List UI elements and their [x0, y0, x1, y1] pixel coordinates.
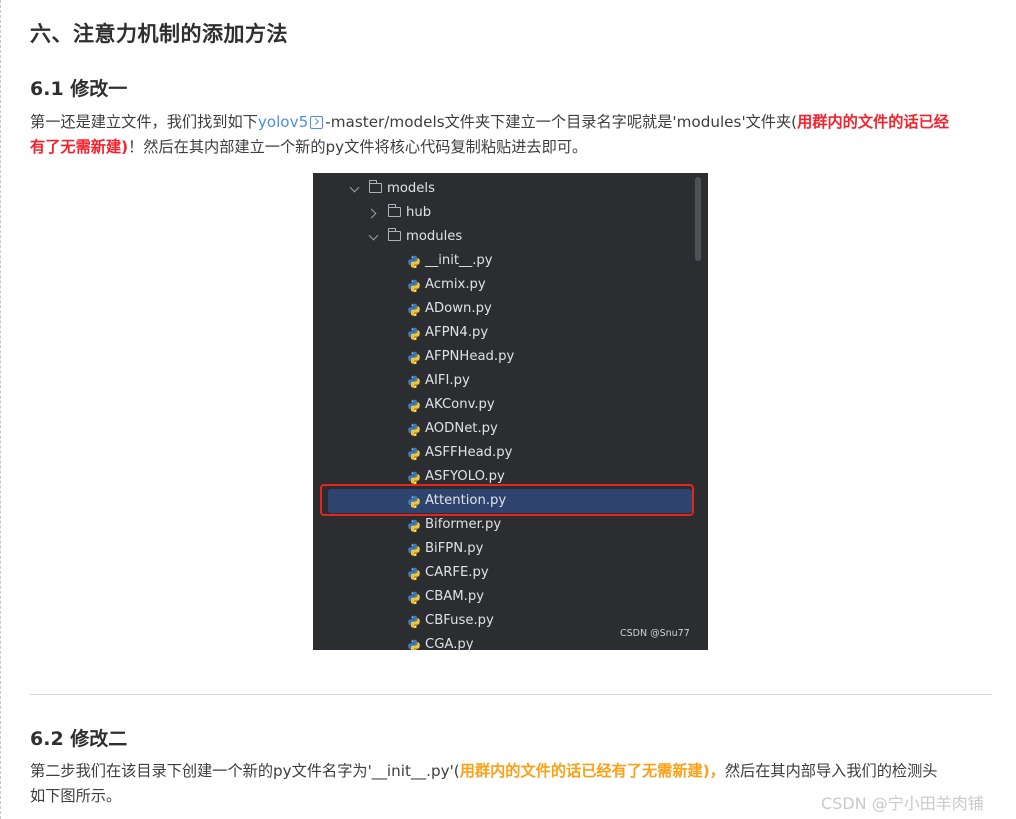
yolov5-link[interactable]: yolov5	[258, 113, 308, 131]
tree-file-label: AIFI.py	[425, 373, 470, 388]
python-file-icon	[407, 518, 421, 533]
paragraph-1: 第一还是建立文件，我们找到如下yolov5 -master/models文件夹下建…	[30, 110, 992, 160]
tree-file[interactable]: AFPNHead.py	[313, 345, 708, 369]
python-file-icon	[407, 638, 421, 650]
python-file-icon	[407, 590, 421, 605]
tree-item-modules[interactable]: modules	[313, 225, 708, 249]
tree-file[interactable]: ADown.py	[313, 297, 708, 321]
python-file-icon	[407, 302, 421, 317]
tree-file[interactable]: ASFYOLO.py	[313, 465, 708, 489]
python-file-icon	[407, 470, 421, 485]
tree-file[interactable]: CBAM.py	[313, 585, 708, 609]
tree-file[interactable]: AIFI.py	[313, 369, 708, 393]
python-file-icon	[407, 542, 421, 557]
chevron-down-icon[interactable]	[368, 230, 379, 241]
tree-file-label: ASFFHead.py	[425, 445, 513, 460]
folder-icon	[369, 180, 382, 193]
paragraph-2-suffix: 然后在其内部导入我们的检测头	[724, 762, 938, 780]
tree-file-label: AFPNHead.py	[425, 349, 515, 364]
tree-file-label: AKConv.py	[425, 397, 495, 412]
tree-file-label: CGA.py	[425, 637, 474, 650]
tree-file-selected[interactable]: Attention.py	[313, 489, 708, 513]
external-link-icon[interactable]	[310, 116, 324, 129]
tree-file[interactable]: CARFE.py	[313, 561, 708, 585]
python-file-icon	[407, 278, 421, 293]
tree-file[interactable]: AODNet.py	[313, 417, 708, 441]
tree-file-label: __init__.py	[425, 253, 493, 268]
tree-file[interactable]: AFPN4.py	[313, 321, 708, 345]
orange-note: 用群内的文件的话已经有了无需新建)，	[459, 762, 725, 780]
python-file-icon	[407, 398, 421, 413]
page-watermark: CSDN @宁小田羊肉铺	[821, 794, 984, 813]
python-file-icon	[407, 494, 421, 509]
tree-item-label: modules	[406, 229, 463, 244]
tree-file-label: Acmix.py	[425, 277, 486, 292]
python-file-icon	[407, 446, 421, 461]
left-dashed-border	[0, 0, 5, 819]
tree-file-label: Biformer.py	[425, 517, 502, 532]
tree-file-label: AODNet.py	[425, 421, 498, 436]
paragraph-1-prefix: 第一还是建立文件，我们找到如下	[30, 113, 258, 131]
python-file-icon	[407, 326, 421, 341]
paragraph-1-mid: -master/models文件夹下建立一个目录名字呢就是'modules'文件…	[325, 113, 798, 131]
tree-item-label: models	[387, 181, 435, 196]
paragraph-1-suffix: ！然后在其内部建立一个新的py文件将核心代码复制粘贴进去即可。	[128, 138, 588, 156]
folder-icon	[388, 228, 401, 241]
red-note-1: 用群内的文件的话已经	[797, 113, 949, 131]
tree-file-label: CARFE.py	[425, 565, 489, 580]
paragraph-2-line2: 如下图所示。	[30, 787, 122, 805]
red-note-2: 有了无需新建)	[30, 138, 129, 156]
tree-item-hub[interactable]: hub	[313, 201, 708, 225]
python-file-icon	[407, 374, 421, 389]
tree-file-label: ASFYOLO.py	[425, 469, 505, 484]
python-file-icon	[407, 422, 421, 437]
subsection-heading-2: 6.2 修改二	[30, 728, 128, 750]
tree-file-label: ADown.py	[425, 301, 492, 316]
subsection-heading-1: 6.1 修改一	[30, 78, 128, 100]
folder-icon	[388, 204, 401, 217]
tree-file[interactable]: __init__.py	[313, 249, 708, 273]
tree-file[interactable]: BiFPN.py	[313, 537, 708, 561]
paragraph-2-prefix: 第二步我们在该目录下创建一个新的py文件名字为'__init__.py'(	[30, 762, 460, 780]
tree-file[interactable]: AKConv.py	[313, 393, 708, 417]
section-heading: 六、注意力机制的添加方法	[30, 22, 288, 46]
tree-file[interactable]: Acmix.py	[313, 273, 708, 297]
project-tree-screenshot: models hub modules __init__.py Acmix.py AD…	[313, 173, 708, 650]
chevron-right-icon[interactable]	[366, 208, 377, 219]
python-file-icon	[407, 350, 421, 365]
tree-file[interactable]: ASFFHead.py	[313, 441, 708, 465]
tree-file-label: Attention.py	[425, 493, 507, 508]
divider	[30, 694, 992, 695]
tree-item-models[interactable]: models	[313, 177, 708, 201]
tree-file-label: CBFuse.py	[425, 613, 494, 628]
screenshot-watermark: CSDN @Snu77	[620, 628, 690, 639]
tree-file[interactable]: Biformer.py	[313, 513, 708, 537]
chevron-down-icon[interactable]	[349, 182, 360, 193]
python-file-icon	[407, 614, 421, 629]
python-file-icon	[407, 566, 421, 581]
tree-item-label: hub	[406, 205, 432, 220]
python-file-icon	[407, 254, 421, 269]
tree-file-label: AFPN4.py	[425, 325, 489, 340]
tree-file-label: CBAM.py	[425, 589, 485, 604]
tree-file-label: BiFPN.py	[425, 541, 484, 556]
